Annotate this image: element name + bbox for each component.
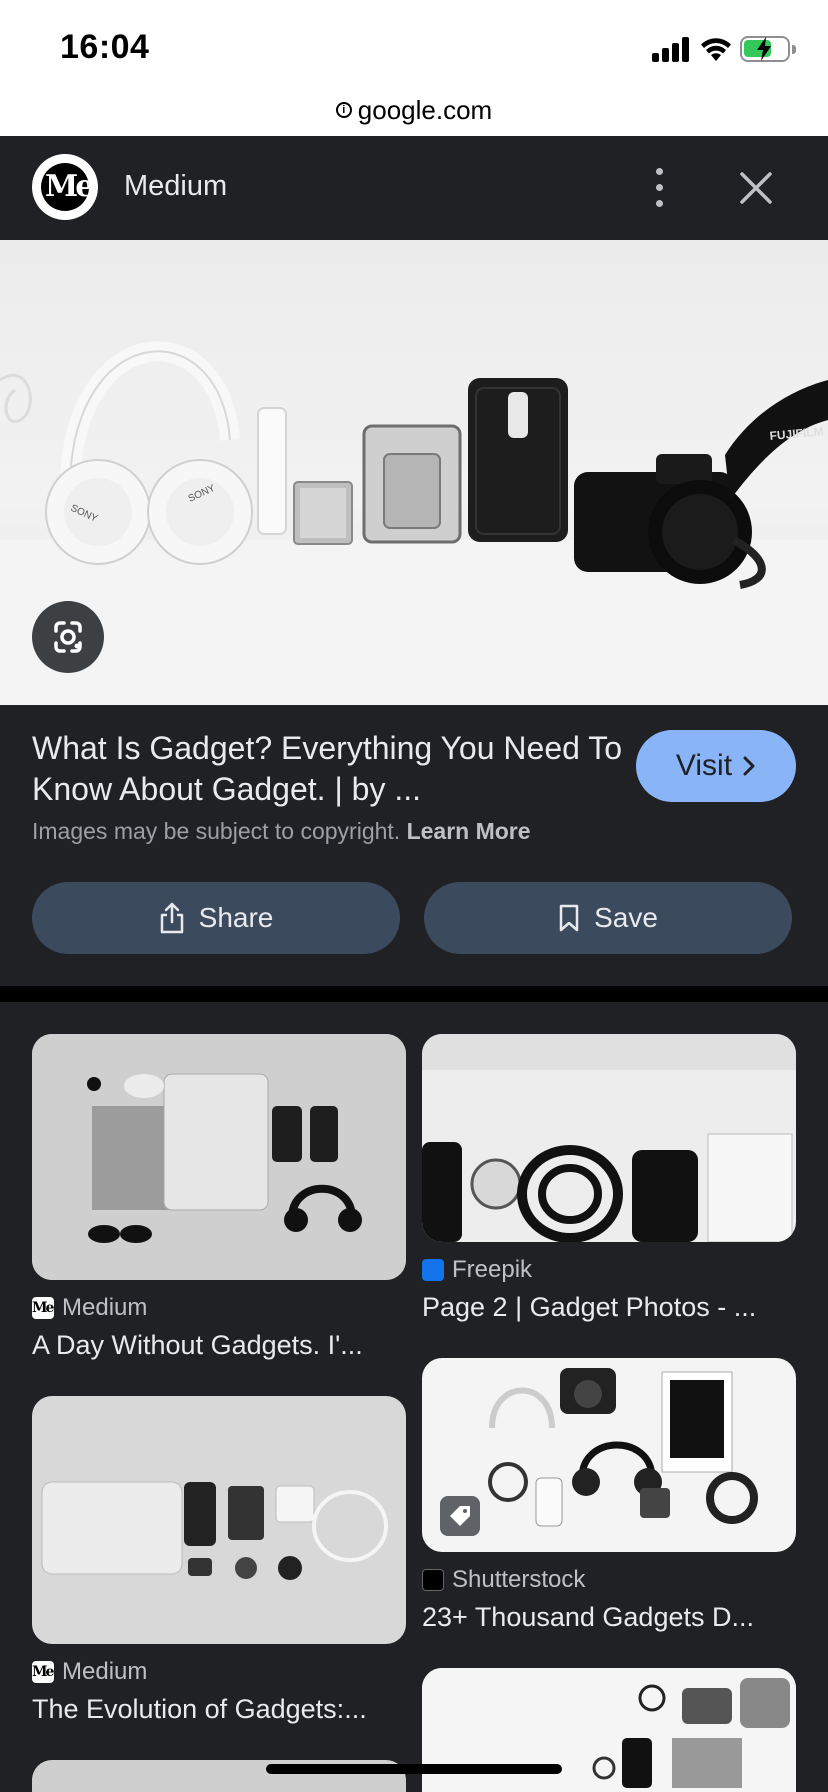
more-options-icon[interactable] xyxy=(640,166,680,210)
status-time: 16:04 xyxy=(60,28,150,66)
copyright-text: Images may be subject to copyright. xyxy=(32,818,401,844)
battery-icon xyxy=(740,36,796,62)
close-icon[interactable] xyxy=(734,166,778,210)
related-source-1[interactable]: Me Medium xyxy=(32,1294,147,1322)
status-bar: 16:04 xyxy=(0,0,828,94)
section-divider xyxy=(0,986,828,1002)
related-image-4[interactable] xyxy=(422,1358,796,1552)
bookmark-icon xyxy=(559,904,579,932)
site-logo[interactable]: Me xyxy=(32,154,98,220)
gadgets-photo: SONY SONY FUJIFILM xyxy=(0,341,828,705)
save-button[interactable]: Save xyxy=(424,882,792,954)
product-tag-icon xyxy=(440,1496,480,1536)
share-icon xyxy=(160,902,183,934)
related-title-4[interactable]: 23+ Thousand Gadgets D... xyxy=(422,1602,796,1633)
related-source-1-label: Medium xyxy=(62,1294,148,1321)
share-label: Share xyxy=(198,902,274,933)
related-image-3-photo xyxy=(32,1396,406,1644)
learn-more-link[interactable]: Learn More xyxy=(407,818,531,844)
related-image-2-photo xyxy=(422,1034,796,1242)
site-logo-text: Me xyxy=(41,163,89,211)
related-source-4-label: Shutterstock xyxy=(452,1566,586,1593)
url-text: google.com xyxy=(357,95,493,125)
site-name[interactable]: Medium xyxy=(124,170,227,203)
related-source-3[interactable]: Me Medium xyxy=(32,1658,147,1686)
related-image-3[interactable] xyxy=(32,1396,406,1644)
related-source-2[interactable]: Freepik xyxy=(422,1256,532,1284)
image-viewer-header: Me Medium xyxy=(0,136,828,240)
site-info-icon[interactable]: i xyxy=(335,102,352,118)
chevron-right-icon xyxy=(743,756,755,776)
copyright-notice: Images may be subject to copyright. Lear… xyxy=(32,818,531,845)
related-image-1-photo xyxy=(32,1034,406,1280)
related-source-3-label: Medium xyxy=(62,1658,148,1685)
share-button[interactable]: Share xyxy=(32,882,400,954)
related-source-2-label: Freepik xyxy=(452,1256,533,1283)
related-title-3[interactable]: The Evolution of Gadgets:... xyxy=(32,1694,406,1725)
result-title[interactable]: What Is Gadget? Everything You Need To K… xyxy=(32,728,632,810)
visit-button[interactable]: Visit xyxy=(636,730,796,802)
cellular-signal-icon xyxy=(652,36,690,62)
related-image-1[interactable] xyxy=(32,1034,406,1280)
related-title-2[interactable]: Page 2 | Gadget Photos - ... xyxy=(422,1292,796,1323)
shutterstock-favicon xyxy=(422,1569,444,1591)
home-indicator[interactable] xyxy=(266,1764,562,1774)
related-image-2[interactable] xyxy=(422,1034,796,1242)
related-images-grid: Me Medium A Day Without Gadgets. I'... F… xyxy=(0,1002,828,1792)
wifi-icon xyxy=(701,38,731,61)
related-title-1[interactable]: A Day Without Gadgets. I'... xyxy=(32,1330,406,1361)
related-source-4[interactable]: Shutterstock xyxy=(422,1566,585,1594)
result-image[interactable]: SONY SONY FUJIFILM xyxy=(0,240,828,705)
google-lens-button[interactable] xyxy=(32,601,104,673)
visit-label: Visit xyxy=(675,749,733,782)
medium-favicon: Me xyxy=(32,1661,54,1683)
freepik-favicon xyxy=(422,1259,444,1281)
url-bar[interactable]: i google.com xyxy=(0,94,828,136)
save-label: Save xyxy=(594,902,658,933)
medium-favicon: Me xyxy=(32,1297,54,1319)
lens-icon xyxy=(54,621,82,653)
